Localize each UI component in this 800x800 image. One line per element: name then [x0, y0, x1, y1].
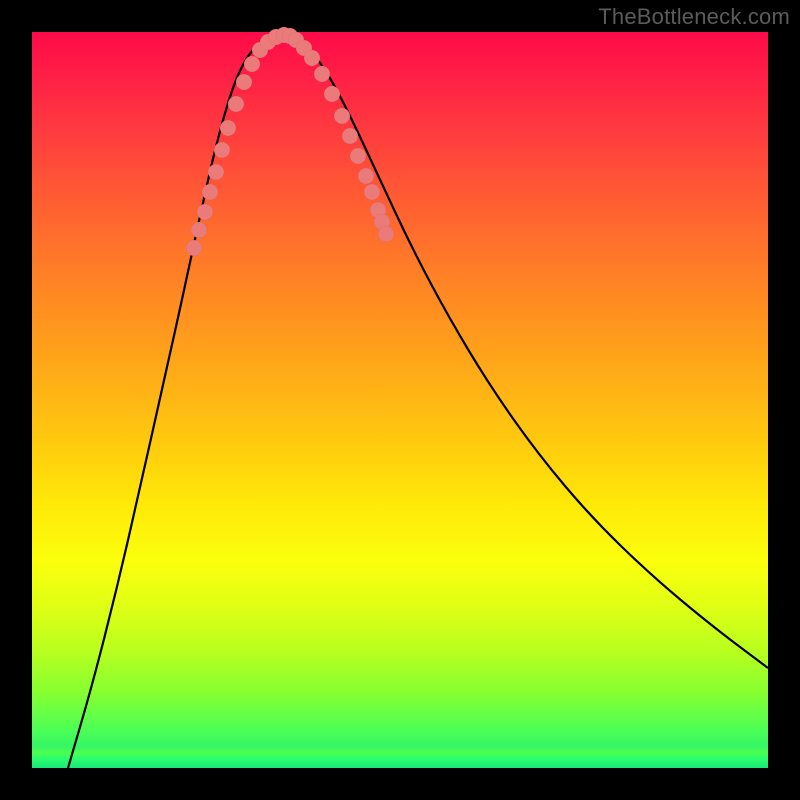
data-point — [358, 168, 374, 184]
data-point — [314, 66, 330, 82]
data-point — [304, 50, 320, 66]
data-point — [378, 226, 394, 242]
data-point — [342, 128, 358, 144]
data-point — [186, 240, 202, 256]
chart-container: TheBottleneck.com — [0, 0, 800, 800]
data-point — [220, 120, 236, 136]
data-point — [334, 108, 350, 124]
watermark-text: TheBottleneck.com — [598, 4, 790, 30]
data-point — [364, 184, 380, 200]
data-point — [214, 142, 230, 158]
data-point — [350, 148, 366, 164]
data-point — [236, 74, 252, 90]
curve-svg — [32, 32, 768, 768]
data-point — [202, 184, 218, 200]
data-point — [324, 86, 340, 102]
data-point — [244, 56, 260, 72]
data-point — [208, 164, 224, 180]
data-point — [228, 96, 244, 112]
data-point — [191, 222, 207, 238]
plot-area — [32, 32, 768, 768]
bottleneck-curve — [68, 35, 768, 768]
data-point — [197, 204, 213, 220]
